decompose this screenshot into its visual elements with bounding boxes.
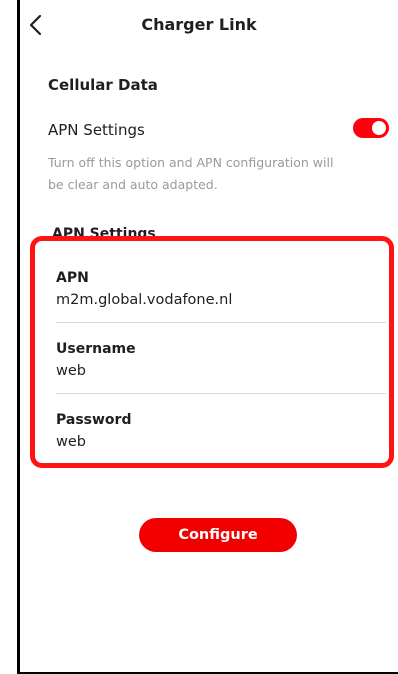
apn-field: APN m2m.global.vodafone.nl xyxy=(56,270,386,308)
username-field-value[interactable]: web xyxy=(56,363,386,379)
password-field-value[interactable]: web xyxy=(56,434,386,450)
password-field-label: Password xyxy=(56,412,132,428)
username-field-label: Username xyxy=(56,341,136,357)
divider xyxy=(56,322,386,323)
apn-field-label: APN xyxy=(56,270,89,286)
apn-field-value[interactable]: m2m.global.vodafone.nl xyxy=(56,292,386,308)
apn-settings-toggle[interactable] xyxy=(353,118,389,138)
password-field: Password web xyxy=(56,412,386,450)
configure-button[interactable]: Configure xyxy=(139,518,297,552)
toggle-knob xyxy=(372,121,386,135)
apn-settings-label: APN Settings xyxy=(48,121,145,139)
apn-hint-text: Turn off this option and APN configurati… xyxy=(48,155,334,192)
divider xyxy=(56,393,386,394)
page-title: Charger Link xyxy=(141,15,257,34)
username-field: Username web xyxy=(56,341,386,379)
section-title-cellular-data: Cellular Data xyxy=(48,76,158,94)
